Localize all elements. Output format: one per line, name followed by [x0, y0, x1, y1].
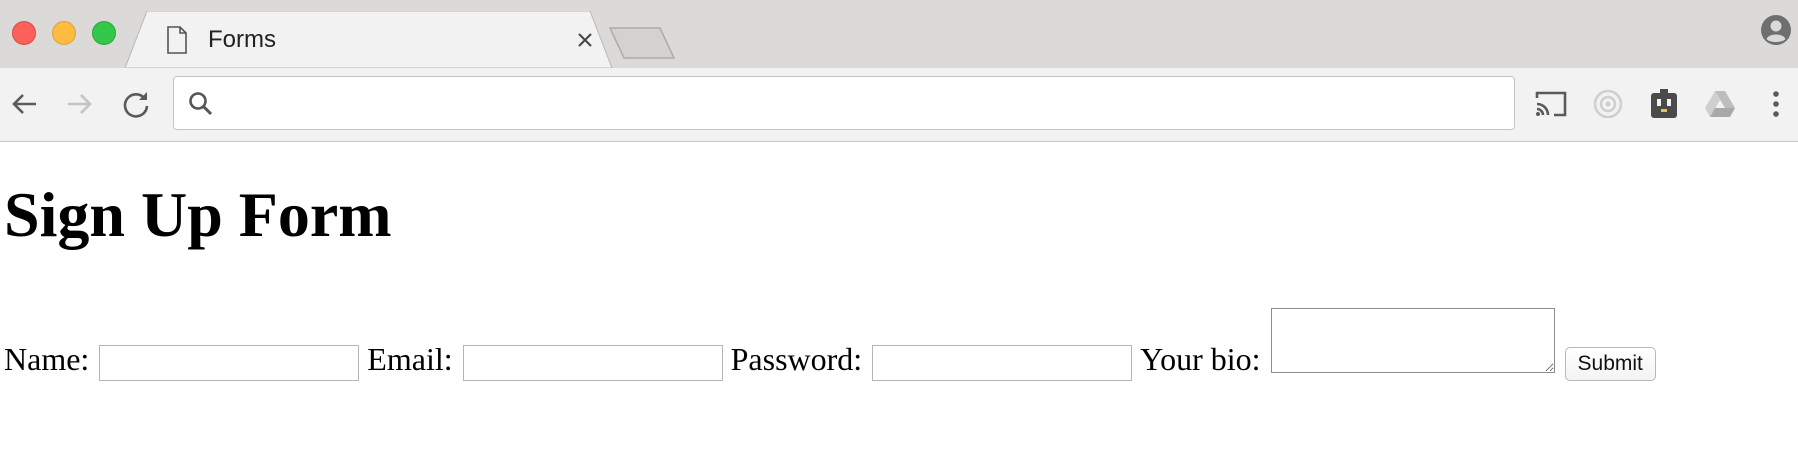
back-icon	[12, 94, 36, 114]
address-input[interactable]	[226, 83, 1496, 123]
signup-form: Name: Email: Password: Your bio: Submit	[4, 301, 1656, 381]
forward-button[interactable]	[62, 86, 98, 122]
submit-button[interactable]: Submit	[1564, 347, 1656, 381]
name-label: Name:	[4, 341, 90, 377]
email-field[interactable]	[462, 345, 723, 381]
search-icon	[189, 92, 213, 116]
browser-menu-button[interactable]	[1758, 86, 1794, 122]
extension-outlet-button[interactable]	[1646, 86, 1682, 122]
extension-outlet-icon	[1651, 89, 1677, 118]
password-label: Password:	[730, 341, 863, 377]
address-bar[interactable]	[173, 76, 1515, 130]
page-title: Sign Up Form	[4, 179, 392, 250]
forward-icon	[68, 94, 92, 114]
reload-icon	[123, 92, 149, 118]
browser-toolbar	[0, 68, 1798, 142]
reload-button[interactable]	[118, 86, 154, 122]
bio-label: Your bio:	[1140, 341, 1261, 377]
password-field[interactable]	[872, 345, 1133, 381]
close-icon	[578, 32, 592, 47]
name-field[interactable]	[99, 345, 360, 381]
profile-icon[interactable]	[1760, 14, 1792, 46]
extension-target-icon	[1593, 89, 1623, 119]
new-tab-button[interactable]	[608, 26, 678, 60]
window-minimize-button[interactable]	[52, 21, 76, 45]
page-content: Sign Up Form Name: Email: Password: Your…	[0, 143, 1798, 472]
cast-icon	[1535, 91, 1567, 117]
bio-textarea[interactable]	[1270, 308, 1555, 373]
tab-close-button[interactable]	[574, 29, 596, 51]
cast-button[interactable]	[1533, 86, 1569, 122]
browser-tab-strip: Forms	[0, 0, 1798, 68]
back-button[interactable]	[6, 86, 42, 122]
window-close-button[interactable]	[12, 21, 36, 45]
google-drive-icon	[1705, 91, 1735, 117]
document-icon	[167, 25, 187, 54]
menu-dots-icon	[1773, 91, 1779, 117]
google-drive-button[interactable]	[1702, 86, 1738, 122]
active-tab-content[interactable]: Forms	[166, 11, 596, 68]
extension-target-button[interactable]	[1590, 86, 1626, 122]
tab-title: Forms	[208, 25, 276, 53]
window-maximize-button[interactable]	[92, 21, 116, 45]
email-label: Email:	[367, 341, 453, 377]
